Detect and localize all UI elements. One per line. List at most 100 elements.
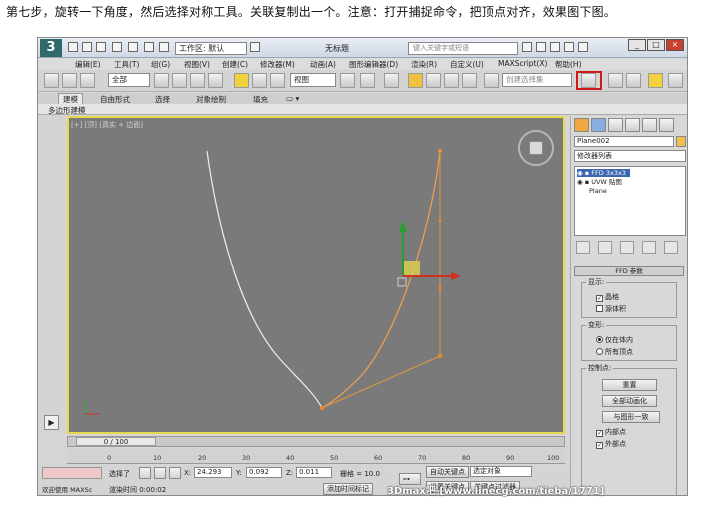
schematic-view-icon[interactable]	[668, 73, 683, 88]
inside-points-checkbox[interactable]: ✓ 内部点	[596, 427, 626, 437]
menu-maxscript[interactable]: MAXScript(X)	[498, 59, 547, 68]
modify-tab-icon[interactable]	[591, 118, 606, 132]
y-coordinate-field[interactable]: 0.092	[246, 467, 282, 478]
lattice-checkbox[interactable]: ✓ 晶格	[596, 292, 619, 302]
gizmo-plane-handle[interactable]	[403, 261, 420, 276]
all-vertices-radio[interactable]: 所有顶点	[596, 347, 633, 357]
subscription-icon[interactable]	[536, 42, 546, 52]
maximize-button[interactable]: □	[647, 39, 665, 51]
favorites-star-icon[interactable]	[564, 42, 574, 52]
link-icon[interactable]	[62, 73, 77, 88]
undo-icon[interactable]	[112, 42, 122, 52]
reset-button[interactable]: 重置	[602, 379, 657, 391]
rect-selection-icon[interactable]	[190, 73, 205, 88]
reference-coordinate-dropdown[interactable]: 视图	[290, 73, 336, 87]
unlink-icon[interactable]	[80, 73, 95, 88]
object-name-field[interactable]: Plane002	[574, 136, 674, 147]
menu-modifiers[interactable]: 修改器(M)	[260, 59, 295, 70]
animate-all-button[interactable]: 全部动画化	[602, 395, 657, 407]
selected-object-dropdown[interactable]: 选定对象	[470, 466, 532, 477]
close-button[interactable]: ×	[666, 39, 684, 51]
pivot-center-icon[interactable]	[340, 73, 355, 88]
hierarchy-tab-icon[interactable]	[608, 118, 623, 132]
menu-help[interactable]: 帮助(H)	[555, 59, 582, 70]
select-move-icon[interactable]	[234, 73, 249, 88]
gizmo-y-arrow[interactable]	[399, 221, 407, 232]
percent-snap-icon[interactable]	[444, 73, 459, 88]
stack-item-uvw[interactable]: ◉ ▪ UVW 贴图	[577, 178, 622, 186]
top-viewport[interactable]: [+] [顶] [真实 + 边面]	[67, 116, 565, 434]
motion-tab-icon[interactable]	[625, 118, 640, 132]
workspace-chevron-icon[interactable]	[250, 42, 260, 52]
time-slider-track[interactable]: 0 / 100	[67, 436, 565, 447]
display-tab-icon[interactable]	[642, 118, 657, 132]
binoculars-icon[interactable]	[522, 42, 532, 52]
selection-filter-dropdown[interactable]: 全部	[108, 73, 150, 87]
tab-polygon-modeling[interactable]: 多边形建模	[48, 105, 86, 116]
show-end-result-icon[interactable]	[598, 241, 612, 254]
select-rotate-icon[interactable]	[252, 73, 267, 88]
window-crossing-icon[interactable]	[208, 73, 223, 88]
stack-item-plane[interactable]: Plane	[589, 187, 607, 195]
ffd-params-rollout[interactable]: FFD 参数	[574, 266, 684, 276]
absolute-mode-icon[interactable]	[169, 467, 181, 479]
align-icon[interactable]	[608, 73, 623, 88]
outside-points-checkbox[interactable]: ✓ 外部点	[596, 439, 626, 449]
pin-stack-icon[interactable]	[576, 241, 590, 254]
new-file-icon[interactable]	[68, 42, 78, 52]
snaps-toggle-icon[interactable]	[408, 73, 423, 88]
menu-rendering[interactable]: 渲染(R)	[411, 59, 437, 70]
menu-animation[interactable]: 动画(A)	[310, 59, 336, 70]
remove-modifier-icon[interactable]	[642, 241, 656, 254]
curve-editor-icon[interactable]	[648, 73, 663, 88]
utilities-tab-icon[interactable]	[659, 118, 674, 132]
isolate-selection-icon[interactable]	[154, 467, 166, 479]
help-icon[interactable]	[578, 42, 588, 52]
select-object-icon[interactable]	[154, 73, 169, 88]
time-slider[interactable]: 0 / 100	[76, 437, 156, 446]
maxscript-listener[interactable]	[42, 467, 102, 479]
open-file-icon[interactable]	[82, 42, 92, 52]
configure-sets-icon[interactable]	[664, 241, 678, 254]
named-selection-dropdown[interactable]: 创建选择集	[502, 73, 572, 87]
menu-views[interactable]: 视图(V)	[184, 59, 210, 70]
auto-key-button[interactable]: 自动关键点	[426, 466, 469, 478]
menu-customize[interactable]: 自定义(U)	[450, 59, 484, 70]
select-by-name-icon[interactable]	[172, 73, 187, 88]
menu-graph-editors[interactable]: 图形编辑器(D)	[349, 59, 398, 70]
layer-manager-icon[interactable]	[626, 73, 641, 88]
search-input[interactable]: 键入关键字或短语	[408, 42, 518, 55]
object-color-swatch[interactable]	[676, 136, 686, 147]
edit-named-selection-icon[interactable]	[484, 73, 499, 88]
select-manipulate-icon[interactable]	[360, 73, 375, 88]
create-tab-icon[interactable]	[574, 118, 589, 132]
modifier-list-dropdown[interactable]: 修改器列表	[574, 150, 686, 162]
fetch-icon[interactable]	[159, 42, 169, 52]
angle-snap-icon[interactable]	[426, 73, 441, 88]
source-volume-checkbox[interactable]: 源体积	[596, 304, 626, 314]
menu-create[interactable]: 创建(C)	[222, 59, 248, 70]
only-in-volume-radio[interactable]: 仅在体内	[596, 335, 633, 345]
workspace-dropdown[interactable]: 工作区: 默认	[175, 42, 247, 55]
add-time-tag[interactable]: 添加时间标记	[323, 483, 373, 495]
stack-item-ffd[interactable]: ◉ ▪ FFD 3x3x3	[577, 169, 630, 177]
track-bar[interactable]: 0 10 20 30 40 50 60 70 80 90 100	[67, 448, 565, 464]
gizmo-x-arrow[interactable]	[451, 272, 461, 280]
menu-edit[interactable]: 编辑(E)	[75, 59, 101, 70]
minimize-button[interactable]: _	[628, 39, 646, 51]
spinner-snap-icon[interactable]	[462, 73, 477, 88]
menu-tools[interactable]: 工具(T)	[114, 59, 139, 70]
conform-to-shape-button[interactable]: 与图形一致	[602, 411, 660, 423]
lock-selection-icon[interactable]	[139, 467, 151, 479]
app-logo-icon[interactable]: 3	[40, 39, 62, 57]
communication-icon[interactable]	[550, 42, 560, 52]
make-unique-icon[interactable]	[620, 241, 634, 254]
redo-icon[interactable]	[128, 42, 138, 52]
x-coordinate-field[interactable]: 24.293	[194, 467, 232, 478]
menu-group[interactable]: 组(G)	[151, 59, 170, 70]
keyboard-shortcut-icon[interactable]	[384, 73, 399, 88]
select-scale-icon[interactable]	[270, 73, 285, 88]
save-icon[interactable]	[96, 42, 106, 52]
undo-toolbar-icon[interactable]	[44, 73, 59, 88]
play-icon[interactable]: ▶	[44, 415, 59, 430]
